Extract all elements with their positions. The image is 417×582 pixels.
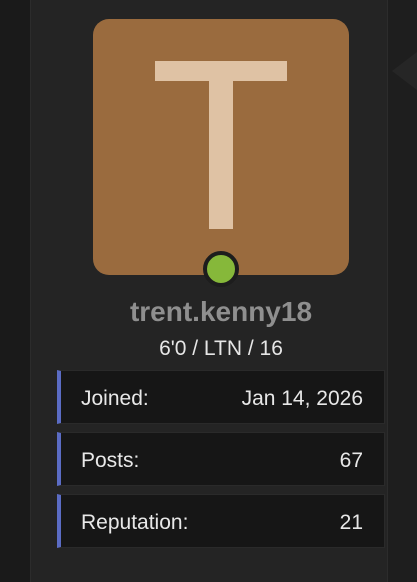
avatar-letter-glyph-stem bbox=[209, 61, 233, 229]
user-subtitle: 6'0 / LTN / 16 bbox=[159, 337, 283, 360]
stat-label: Reputation: bbox=[81, 511, 189, 534]
panel-pointer-arrow bbox=[392, 52, 417, 90]
stat-row-reputation: Reputation: 21 bbox=[57, 494, 385, 548]
username[interactable]: trent.kenny18 bbox=[30, 295, 412, 329]
stat-row-joined: Joined: Jan 14, 2026 bbox=[57, 370, 385, 424]
stat-row-posts: Posts: 67 bbox=[57, 432, 385, 486]
stat-value: Jan 14, 2026 bbox=[241, 387, 363, 410]
stat-label: Joined: bbox=[81, 387, 149, 410]
online-status-indicator bbox=[203, 251, 239, 287]
page: T trent.kenny18 6'0 / LTN / 16 Joined: J… bbox=[0, 0, 417, 582]
stat-value[interactable]: 21 bbox=[340, 510, 363, 536]
stat-value[interactable]: 67 bbox=[340, 448, 363, 474]
stat-label: Posts: bbox=[81, 449, 140, 472]
avatar[interactable]: T bbox=[93, 19, 349, 275]
